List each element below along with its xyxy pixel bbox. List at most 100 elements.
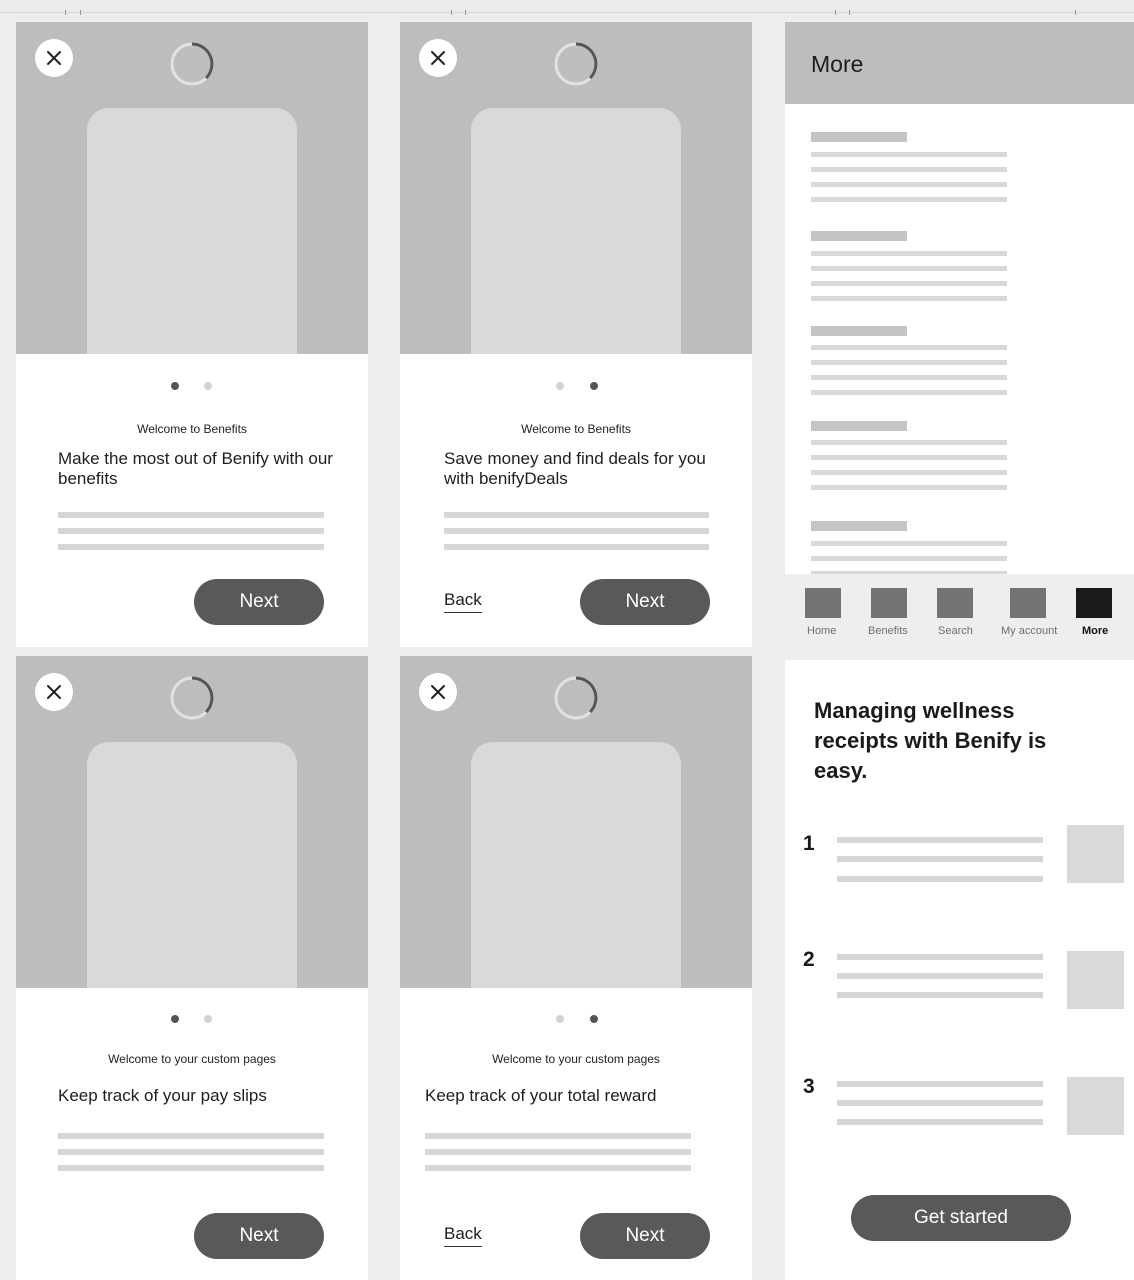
text-placeholder-line — [425, 1133, 691, 1139]
step-number: 1 — [803, 832, 815, 855]
text-placeholder-line — [425, 1165, 691, 1171]
text-placeholder-line — [58, 1133, 324, 1139]
close-icon — [431, 685, 445, 699]
text-placeholder-line — [444, 528, 709, 534]
menu-line-placeholder — [811, 390, 1007, 395]
ruler-tick — [451, 10, 452, 15]
tab-more[interactable] — [1076, 588, 1112, 618]
section-heading-placeholder — [811, 326, 907, 336]
page-dot-active[interactable] — [171, 1015, 179, 1023]
step-image-placeholder — [1067, 825, 1124, 883]
ruler-tick — [849, 10, 850, 15]
more-screen: More Home Benefits Search My account Mor… — [785, 22, 1134, 647]
card-headline: Keep track of your pay slips — [58, 1086, 267, 1105]
step-text-placeholder — [837, 992, 1043, 998]
text-placeholder-line — [58, 1165, 324, 1171]
get-started-button[interactable]: Get started — [851, 1195, 1071, 1241]
back-link[interactable]: Back — [444, 1224, 482, 1247]
page-dot[interactable] — [556, 382, 564, 390]
hero-placeholder — [400, 656, 752, 988]
close-button[interactable] — [419, 673, 457, 711]
card-kicker: Welcome to Benefits — [137, 422, 247, 436]
card-kicker: Welcome to Benefits — [521, 422, 631, 436]
close-button[interactable] — [35, 39, 73, 77]
phone-image-placeholder — [471, 742, 681, 988]
page-title: Managing wellness receipts with Benify i… — [814, 698, 1047, 783]
tab-my-account[interactable] — [1010, 588, 1046, 618]
tab-home[interactable] — [805, 588, 841, 618]
tab-search[interactable] — [937, 588, 973, 618]
ruler-tick — [65, 10, 66, 15]
step-text-placeholder — [837, 954, 1043, 960]
page-dot[interactable] — [204, 1015, 212, 1023]
step-text-placeholder — [837, 1081, 1043, 1087]
section-heading-placeholder — [811, 132, 907, 142]
card-headline: Make the most out of Benify with our ben… — [58, 449, 333, 488]
next-button[interactable]: Next — [580, 579, 710, 625]
page-title: More — [811, 51, 864, 77]
bottom-tab-bar: Home Benefits Search My account More — [785, 574, 1134, 647]
page-dot[interactable] — [556, 1015, 564, 1023]
menu-line-placeholder — [811, 485, 1007, 490]
onboarding-card-3: Welcome to your custom pages Keep track … — [16, 656, 368, 1280]
ruler-tick — [465, 10, 466, 15]
menu-line-placeholder — [811, 360, 1007, 365]
pagination-dots — [400, 382, 752, 392]
ruler-tick — [1075, 10, 1076, 15]
card-headline: Keep track of your total reward — [425, 1086, 657, 1105]
next-button[interactable]: Next — [194, 579, 324, 625]
text-placeholder-line — [58, 512, 324, 518]
ruler-tick — [80, 10, 81, 15]
page-dot[interactable] — [204, 382, 212, 390]
hero-placeholder — [16, 22, 368, 354]
menu-line-placeholder — [811, 440, 1007, 445]
text-placeholder-line — [444, 512, 709, 518]
close-icon — [431, 51, 445, 65]
page-dot-active[interactable] — [590, 1015, 598, 1023]
step-text-placeholder — [837, 876, 1043, 882]
pagination-dots — [16, 382, 368, 392]
loading-spinner-icon — [554, 42, 598, 86]
text-placeholder-line — [425, 1149, 691, 1155]
close-icon — [47, 51, 61, 65]
step-text-placeholder — [837, 837, 1043, 843]
close-button[interactable] — [419, 39, 457, 77]
step-number: 3 — [803, 1075, 815, 1098]
step-text-placeholder — [837, 973, 1043, 979]
phone-image-placeholder — [87, 742, 297, 988]
card-kicker: Welcome to your custom pages — [492, 1052, 660, 1066]
menu-line-placeholder — [811, 541, 1007, 546]
menu-line-placeholder — [811, 152, 1007, 157]
tab-benefits[interactable] — [871, 588, 907, 618]
loading-spinner-icon — [554, 676, 598, 720]
tab-label-home: Home — [807, 625, 837, 637]
menu-line-placeholder — [811, 296, 1007, 301]
page-dot-active[interactable] — [171, 382, 179, 390]
more-header: More — [785, 22, 1134, 104]
step-text-placeholder — [837, 856, 1043, 862]
tab-label-search: Search — [938, 625, 973, 637]
text-placeholder-line — [444, 544, 709, 550]
next-button[interactable]: Next — [580, 1213, 710, 1259]
wellness-receipts-screen: Managing wellness receipts with Benify i… — [785, 660, 1134, 1280]
page-dot-active[interactable] — [590, 382, 598, 390]
menu-line-placeholder — [811, 197, 1007, 202]
next-button[interactable]: Next — [194, 1213, 324, 1259]
hero-placeholder — [400, 22, 752, 354]
close-button[interactable] — [35, 673, 73, 711]
phone-image-placeholder — [87, 108, 297, 354]
close-icon — [47, 685, 61, 699]
menu-line-placeholder — [811, 345, 1007, 350]
canvas-top-bar — [0, 0, 1134, 15]
menu-line-placeholder — [811, 266, 1007, 271]
card-headline: Save money and find deals for you with b… — [444, 449, 706, 488]
menu-line-placeholder — [811, 470, 1007, 475]
text-placeholder-line — [58, 528, 324, 534]
step-text-placeholder — [837, 1100, 1043, 1106]
text-placeholder-line — [58, 1149, 324, 1155]
loading-spinner-icon — [170, 676, 214, 720]
section-heading-placeholder — [811, 231, 907, 241]
card-kicker: Welcome to your custom pages — [108, 1052, 276, 1066]
back-link[interactable]: Back — [444, 590, 482, 613]
pagination-dots — [16, 1015, 368, 1025]
